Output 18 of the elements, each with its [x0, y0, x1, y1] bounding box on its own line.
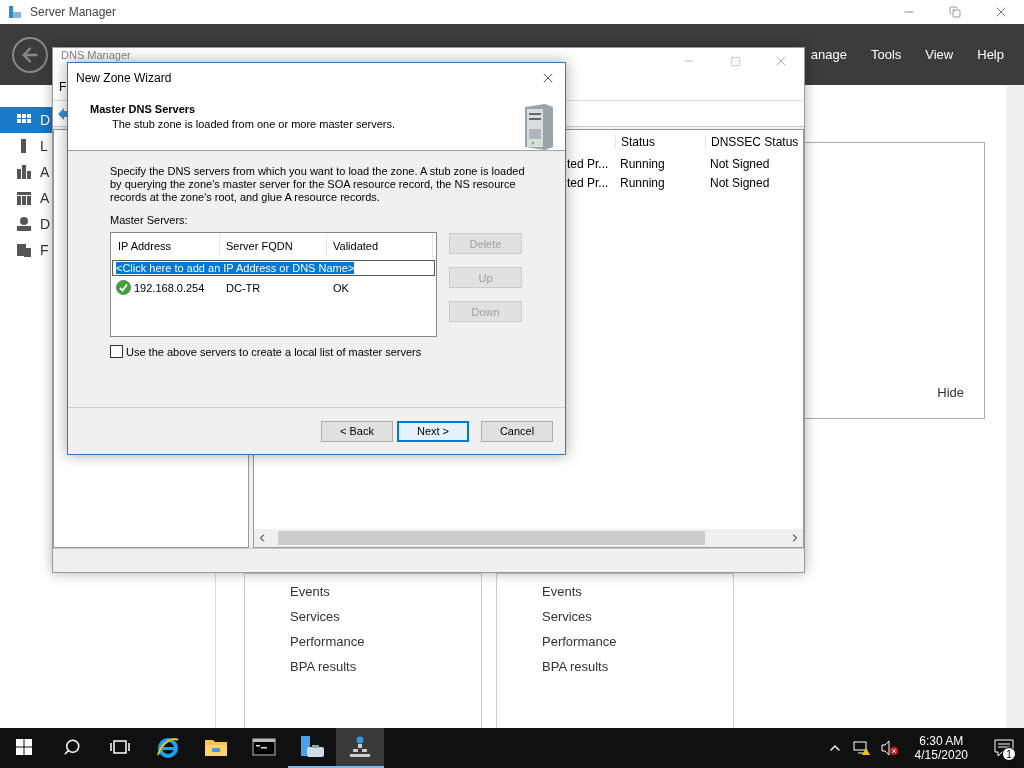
field-text: <Click here to add an IP Address or DNS Name>	[116, 262, 355, 274]
table-cell-text: ted Pr...	[566, 175, 610, 190]
window-title: Server Manager	[30, 5, 117, 19]
table-cell-text: OK	[332, 281, 350, 294]
table-cell-text: Running	[619, 175, 666, 190]
list-label: Master Servers:	[110, 214, 189, 226]
table-cell-text: Not Signed	[709, 156, 771, 171]
table-cell-text: Not Signed	[709, 175, 771, 190]
description-text: Specify the DNS servers from which you want to load the zone. A stub zone is loaded by querying the zone's master server for the SOA resource record, the NS resource records at the zone's root, and glue A resource records.	[110, 165, 526, 204]
notification-count: 1	[1002, 747, 1016, 761]
dialog-title: New Zone Wizard	[76, 71, 172, 85]
table-cell-text: DC-TR	[225, 281, 262, 294]
page-heading: Master DNS Servers	[90, 103, 197, 115]
table-cell: 192.168.0.254	[134, 281, 205, 294]
window-title: DNS Manager	[61, 49, 131, 61]
table-cell-text: ted Pr...	[566, 156, 610, 171]
page-subtitle: The stub zone is loaded from one or more master servers.	[111, 118, 397, 130]
table-cell-text: Running	[619, 156, 666, 171]
